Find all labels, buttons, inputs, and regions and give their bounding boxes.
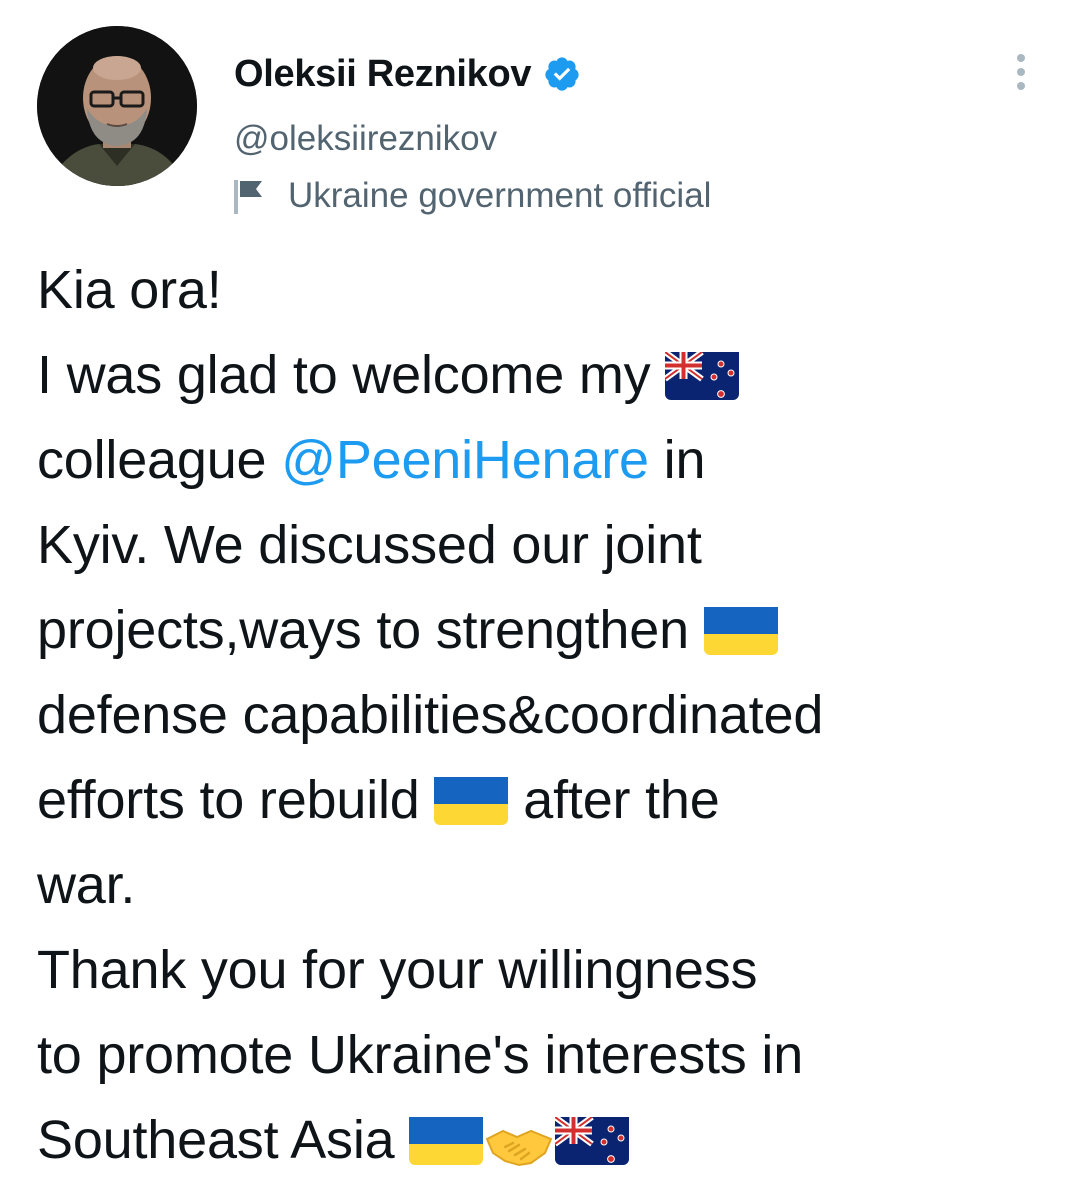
- tweet-text-segment: Thank you for your willingness: [37, 940, 758, 1000]
- tweet-line: Kia ora!: [37, 248, 1047, 333]
- tweet-text-segment: in: [648, 430, 706, 490]
- tweet-text-segment: Kia ora!: [37, 260, 222, 320]
- tweet-text-segment: colleague: [37, 430, 282, 490]
- author-name-row: Oleksii Reznikov: [234, 50, 581, 98]
- tweet-line: war.: [37, 843, 1047, 928]
- tweet-text-segment: efforts to rebuild: [37, 770, 420, 830]
- ukraine-flag-emoji: [409, 1111, 484, 1165]
- tweet-text-segment: I was glad to welcome my: [37, 345, 651, 405]
- tweet-line: I was glad to welcome my: [37, 333, 1047, 418]
- tweet-line: colleague @PeeniHenare in: [37, 418, 1047, 503]
- tweet-line: to promote Ukraine's interests in: [37, 1013, 1047, 1098]
- ukraine-flag-emoji: [434, 771, 509, 825]
- avatar-photo: [37, 26, 197, 186]
- tweet-line: Thank you for your willingness: [37, 928, 1047, 1013]
- new-zealand-flag-emoji: [555, 1111, 630, 1165]
- tweet-line: Kyiv. We discussed our joint: [37, 503, 1047, 588]
- tweet-text-segment: Kyiv. We discussed our joint: [37, 515, 702, 575]
- tweet-text-segment: projects,ways to strengthen: [37, 600, 689, 660]
- verified-badge-icon: [543, 55, 581, 93]
- tweet-text-segment: Southeast Asia: [37, 1110, 395, 1170]
- handshake-emoji: [483, 1111, 555, 1166]
- avatar[interactable]: [37, 26, 197, 186]
- tweet-text-segment: defense capabilities&coordinated: [37, 685, 824, 745]
- tweet-text: Kia ora! I was glad to welcome my collea…: [37, 248, 1047, 1183]
- author-display-name[interactable]: Oleksii Reznikov: [234, 53, 532, 96]
- tweet-text-segment: war.: [37, 855, 136, 915]
- government-flag-icon: [232, 176, 268, 216]
- tweet-line: efforts to rebuild after the: [37, 758, 1047, 843]
- tweet-text-segment: to promote Ukraine's interests in: [37, 1025, 804, 1085]
- account-label-text: Ukraine government official: [288, 176, 712, 215]
- tweet-text-segment: after the: [523, 770, 720, 830]
- tweet-line: defense capabilities&coordinated: [37, 673, 1047, 758]
- new-zealand-flag-emoji: [665, 346, 740, 400]
- mention-link[interactable]: @PeeniHenare: [281, 430, 649, 490]
- tweet: Oleksii Reznikov @oleksiireznikov Ukrain…: [0, 0, 1080, 1179]
- account-label[interactable]: Ukraine government official: [232, 176, 711, 216]
- tweet-line: projects,ways to strengthen: [37, 588, 1047, 673]
- author-handle[interactable]: @oleksiireznikov: [234, 119, 497, 159]
- ukraine-flag-emoji: [703, 601, 778, 655]
- tweet-line: Southeast Asia: [37, 1098, 1047, 1183]
- more-options-icon[interactable]: [1008, 52, 1034, 92]
